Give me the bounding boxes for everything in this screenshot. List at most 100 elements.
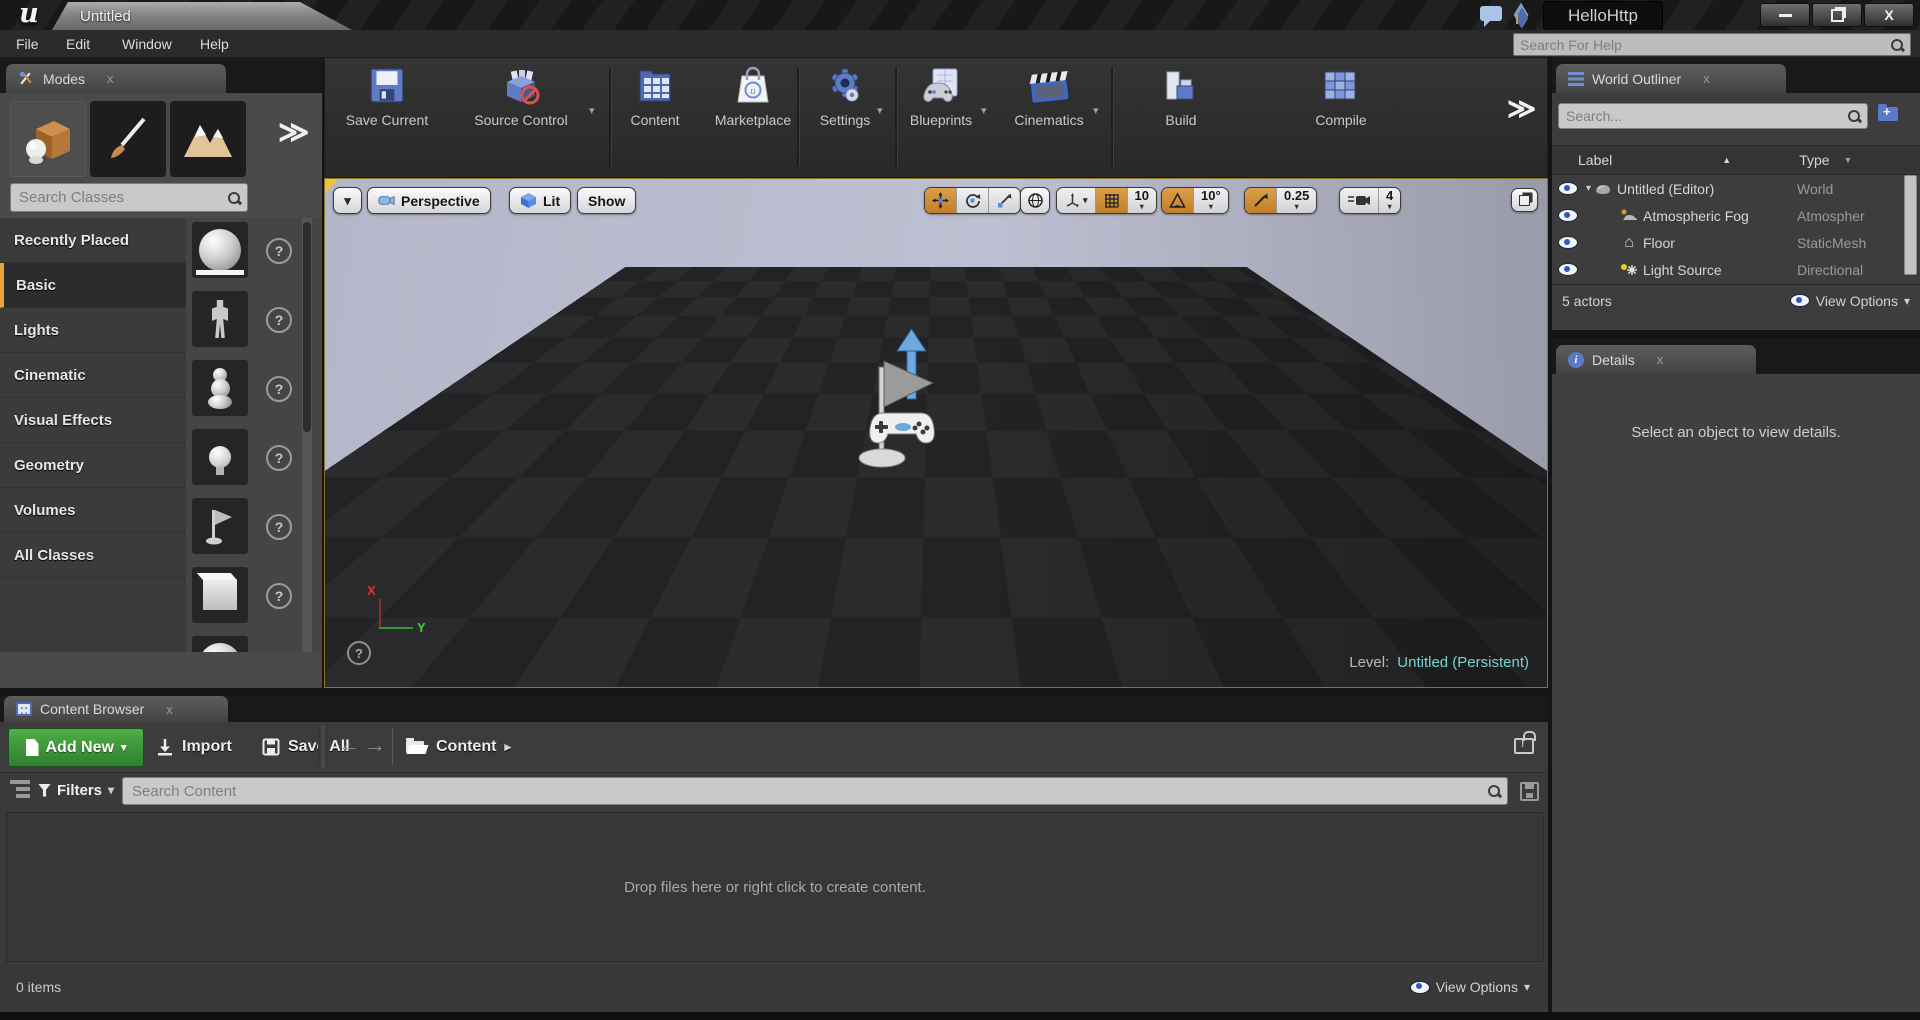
create-folder-button[interactable]: [1874, 103, 1904, 127]
sources-toggle-icon[interactable]: [10, 780, 30, 798]
close-tab-icon[interactable]: x: [166, 702, 173, 717]
menu-edit[interactable]: Edit: [60, 34, 96, 54]
outliner-view-options-button[interactable]: View Options ▾: [1790, 293, 1910, 309]
category-basic[interactable]: Basic: [0, 263, 186, 308]
visibility-eye-icon[interactable]: [1558, 182, 1578, 195]
camera-speed-button[interactable]: [1340, 188, 1378, 213]
toolbar-overflow-chevron[interactable]: ≫: [1507, 92, 1536, 125]
close-tab-icon[interactable]: x: [1657, 352, 1664, 367]
category-recently-placed[interactable]: Recently Placed: [0, 218, 186, 263]
filters-button[interactable]: Filters ▾: [38, 777, 114, 803]
world-local-toggle-button[interactable]: [1020, 187, 1050, 214]
import-button[interactable]: Import: [156, 728, 232, 765]
rotation-snap-toggle[interactable]: [1162, 188, 1193, 213]
lit-button[interactable]: Lit: [509, 187, 571, 214]
placeable-empty-pawn[interactable]: [192, 360, 248, 416]
visibility-eye-icon[interactable]: [1558, 236, 1578, 249]
placeable-cube[interactable]: [192, 567, 248, 623]
outliner-row-light-source[interactable]: Light Source Directional: [1552, 256, 1920, 283]
level-viewport[interactable]: ▾ Perspective Lit Show: [324, 178, 1548, 688]
scrollbar-thumb[interactable]: [303, 222, 311, 432]
placeable-empty-character[interactable]: [192, 291, 248, 347]
outliner-row-floor[interactable]: ⌂ Floor StaticMesh: [1552, 229, 1920, 256]
type-column-header[interactable]: Type: [1799, 152, 1829, 168]
label-column-header[interactable]: Label: [1578, 152, 1612, 168]
lock-sources-icon[interactable]: [1514, 738, 1534, 754]
level-title-tab[interactable]: Untitled: [52, 2, 352, 30]
category-geometry[interactable]: Geometry: [0, 443, 186, 488]
tab-modes[interactable]: Modes x: [6, 64, 226, 93]
placeable-point-light[interactable]: [192, 429, 248, 485]
outliner-search-input[interactable]: [1559, 108, 1847, 124]
help-question-icon[interactable]: ?: [266, 307, 292, 333]
help-question-icon[interactable]: ?: [266, 583, 292, 609]
breadcrumb-path[interactable]: Content ▸: [406, 728, 511, 765]
viewport-help-icon[interactable]: ?: [347, 641, 371, 665]
mode-paint-button[interactable]: [90, 101, 166, 177]
level-name-link[interactable]: Untitled (Persistent): [1397, 654, 1529, 671]
help-question-icon[interactable]: ?: [266, 514, 292, 540]
asset-view[interactable]: Drop files here or right click to create…: [6, 812, 1544, 962]
back-button[interactable]: ←: [338, 732, 360, 758]
category-all-classes[interactable]: All Classes: [0, 533, 186, 578]
menu-file[interactable]: File: [10, 34, 45, 54]
content-search-input[interactable]: [123, 783, 1487, 800]
close-tab-icon[interactable]: x: [107, 71, 114, 86]
mode-overflow-chevron[interactable]: ≫: [278, 115, 309, 150]
tab-details[interactable]: i Details x: [1556, 345, 1756, 374]
search-classes-input[interactable]: [11, 189, 227, 206]
outliner-scrollbar[interactable]: [1904, 175, 1917, 275]
category-cinematic[interactable]: Cinematic: [0, 353, 186, 398]
toolbar-splitter[interactable]: [318, 726, 328, 768]
menu-help[interactable]: Help: [194, 34, 235, 54]
perspective-button[interactable]: Perspective: [367, 187, 491, 214]
tab-world-outliner[interactable]: World Outliner x: [1556, 64, 1786, 93]
visibility-eye-icon[interactable]: [1558, 209, 1578, 222]
close-button[interactable]: X: [1864, 3, 1914, 27]
forward-button[interactable]: →: [364, 732, 386, 758]
scale-snap-toggle[interactable]: [1245, 188, 1276, 213]
save-current-button[interactable]: Save Current: [329, 66, 445, 128]
help-question-icon[interactable]: ?: [266, 238, 292, 264]
move-tool-button[interactable]: [925, 188, 956, 213]
help-question-icon[interactable]: ?: [266, 376, 292, 402]
cinematics-button[interactable]: Cinematics: [991, 66, 1107, 128]
settings-dropdown[interactable]: ▾: [877, 104, 883, 117]
placeable-empty-actor[interactable]: [192, 222, 248, 278]
save-search-icon[interactable]: [1520, 782, 1539, 801]
scale-tool-button[interactable]: [988, 188, 1020, 213]
close-tab-icon[interactable]: x: [1703, 71, 1710, 86]
content-view-options-button[interactable]: View Options ▾: [1410, 979, 1530, 995]
outliner-row-atmospheric-fog[interactable]: Atmospheric Fog Atmospher: [1552, 202, 1920, 229]
surface-snap-button[interactable]: ▾: [1057, 188, 1095, 213]
cinematics-dropdown[interactable]: ▾: [1093, 104, 1099, 117]
modes-scrollbar[interactable]: [302, 218, 312, 652]
category-lights[interactable]: Lights: [0, 308, 186, 353]
grid-snap-value-button[interactable]: 10 ▾: [1127, 188, 1156, 213]
show-button[interactable]: Show: [577, 187, 636, 214]
placeable-sphere[interactable]: [192, 636, 248, 652]
rotate-tool-button[interactable]: [956, 188, 988, 213]
menu-window[interactable]: Window: [116, 34, 178, 54]
rotation-snap-value-button[interactable]: 10° ▾: [1193, 188, 1228, 213]
add-new-button[interactable]: Add New ▾: [8, 728, 144, 767]
restore-button[interactable]: [1812, 3, 1862, 27]
scale-snap-value-button[interactable]: 0.25 ▾: [1276, 188, 1316, 213]
player-start-actor[interactable]: [845, 327, 965, 477]
expand-icon[interactable]: ▾: [1586, 183, 1591, 194]
category-visual-effects[interactable]: Visual Effects: [0, 398, 186, 443]
source-control-dropdown[interactable]: ▾: [589, 104, 595, 117]
help-search-input[interactable]: [1514, 37, 1890, 53]
blueprints-dropdown[interactable]: ▾: [981, 104, 987, 117]
tutorial-cap-icon[interactable]: [1513, 5, 1533, 25]
mode-place-button[interactable]: [10, 101, 86, 177]
chat-bubble-icon[interactable]: [1480, 6, 1502, 21]
tab-content-browser[interactable]: Content Browser x: [4, 696, 228, 722]
help-question-icon[interactable]: ?: [266, 445, 292, 471]
grid-snap-toggle[interactable]: [1095, 188, 1127, 213]
maximize-viewport-button[interactable]: [1511, 188, 1538, 212]
save-all-button[interactable]: Save All: [262, 728, 350, 765]
compile-button[interactable]: Compile: [1283, 66, 1399, 128]
blueprints-button[interactable]: Blueprints: [883, 66, 999, 128]
placeable-player-start[interactable]: [192, 498, 248, 554]
